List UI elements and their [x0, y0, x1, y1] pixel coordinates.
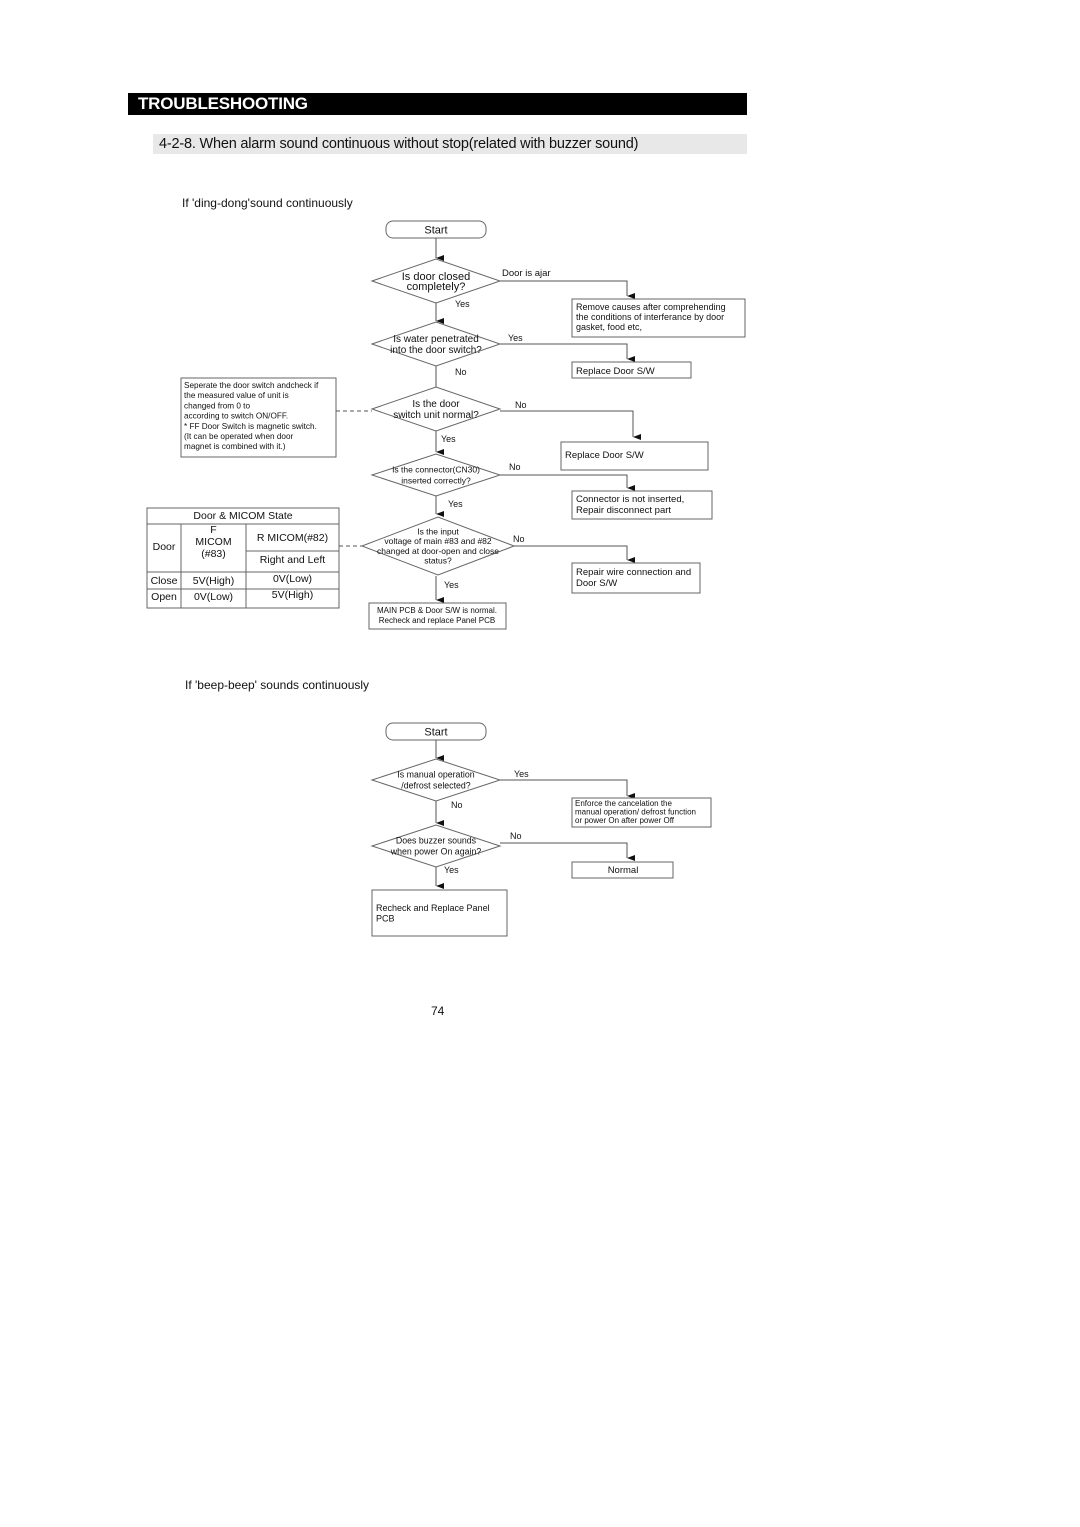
- decision-switch-normal-text: switch unit normal?: [393, 410, 479, 421]
- note-text: * FF Door Switch is magnetic switch.: [184, 422, 317, 431]
- branch-label-no: No: [513, 534, 525, 544]
- action-text: Remove causes after comprehending: [576, 302, 726, 312]
- decision-buzzer-power-on-text: Does buzzer sounds: [396, 836, 477, 846]
- decision-door-closed-text: completely?: [407, 281, 466, 293]
- flowchart-canvas: StartIs door closedcompletely?Door is aj…: [146, 220, 746, 937]
- action-text: the conditions of interferance by door: [576, 312, 724, 322]
- down-label-yes: Yes: [441, 434, 456, 444]
- note-text: (It can be operated when door: [184, 432, 294, 441]
- arrow-d1-to-action: [500, 280, 635, 299]
- arrow-d5-to-action: [514, 545, 635, 563]
- decision-input-voltage-text: Is the input: [417, 526, 459, 536]
- action-text: Repair disconnect part: [576, 505, 671, 516]
- decision-buzzer-power-on-text: when power On again?: [390, 847, 482, 857]
- decision-input-voltage-text: changed at door-open and close: [377, 546, 499, 556]
- action-text: or power On after power Off: [575, 816, 675, 825]
- branch-label-yes: Yes: [508, 333, 523, 343]
- table-cell-door: Close: [151, 575, 178, 587]
- door-micom-state-table: Door & MICOM State Door FMICOM(#83) R MICOM…: [146, 507, 340, 609]
- end-text: PCB: [376, 914, 395, 924]
- down-label-yes: Yes: [444, 580, 459, 590]
- decision-manual-operation-text: Is manual operation: [397, 770, 474, 780]
- action-text: gasket, food etc,: [576, 322, 642, 332]
- decision-water-penetrated-text: into the door switch?: [390, 345, 482, 356]
- action-text: Replace Door S/W: [576, 366, 655, 377]
- note-text: changed from 0 to: [184, 401, 250, 410]
- start-terminal-2-label: Start: [424, 727, 447, 739]
- down-label-no: No: [455, 367, 467, 377]
- action-text: Connector is not inserted,: [576, 494, 684, 505]
- decision-water-penetrated-text: Is water penetrated: [393, 334, 479, 345]
- arrow-d4-to-action: [500, 474, 635, 491]
- arrow-d2-to-action: [500, 343, 635, 362]
- table-col-door: Door: [153, 541, 176, 553]
- action-text: Door S/W: [576, 578, 617, 589]
- end-text: Recheck and Replace Panel: [376, 903, 490, 913]
- branch-label-no: No: [509, 462, 521, 472]
- flowchart-beep-beep: Start Is manual operation/defrost selecte…: [370, 722, 712, 937]
- action-text: Repair wire connection and: [576, 567, 691, 578]
- arrow-d3-to-action: [500, 410, 641, 440]
- decision-connector-cn30-text: Is the connector(CN30): [392, 464, 480, 474]
- arrow-d2-to-action: [500, 842, 635, 861]
- action-text: Replace Door S/W: [565, 450, 644, 461]
- table-cell-door: Open: [151, 591, 177, 603]
- end-text: Recheck and replace Panel PCB: [379, 616, 496, 625]
- decision-connector-cn30-text: inserted correctly?: [401, 475, 471, 485]
- table-cell-f: 5V(High): [193, 575, 234, 587]
- table-col-r-sub: Right and Left: [260, 554, 325, 566]
- note-text: the measured value of unit is: [184, 391, 289, 400]
- table-col-r-micom: R MICOM(#82): [257, 532, 328, 544]
- down-label-no: No: [451, 800, 463, 810]
- branch-label-yes: Yes: [514, 769, 529, 779]
- table-col-f-micom: MICOM: [195, 536, 231, 548]
- branch-label-no: No: [510, 831, 522, 841]
- decision-input-voltage-text: status?: [424, 556, 452, 566]
- note-text: according to switch ON/OFF.: [184, 412, 288, 421]
- arrow-d1-to-action: [500, 779, 635, 799]
- down-label-yes: Yes: [444, 865, 459, 875]
- action-text: Normal: [608, 865, 639, 876]
- note-text: Seperate the door switch andcheck if: [184, 381, 319, 390]
- end-text: MAIN PCB & Door S/W is normal.: [377, 606, 497, 615]
- down-label-yes: Yes: [455, 299, 470, 309]
- decision-switch-normal-text: Is the door: [412, 399, 460, 410]
- table-title: Door & MICOM State: [193, 510, 292, 522]
- decision-manual-operation-text: /defrost selected?: [401, 781, 471, 791]
- table-cell-r: 0V(Low): [273, 573, 312, 585]
- flowchart-ding-dong: StartIs door closedcompletely?Door is aj…: [180, 220, 746, 630]
- decision-input-voltage-text: voltage of main #83 and #82: [384, 536, 492, 546]
- note-text: magnet is combined with it.): [184, 442, 286, 451]
- branch-label-no: No: [515, 400, 527, 410]
- table-cell-r: 5V(High): [272, 589, 313, 601]
- start-terminal-label: Start: [424, 225, 447, 237]
- table-col-f-micom: F: [210, 524, 216, 536]
- table-col-f-micom: (#83): [201, 548, 226, 560]
- down-label-yes: Yes: [448, 499, 463, 509]
- table-cell-f: 0V(Low): [194, 591, 233, 603]
- branch-label-door-ajar: Door is ajar: [502, 268, 551, 279]
